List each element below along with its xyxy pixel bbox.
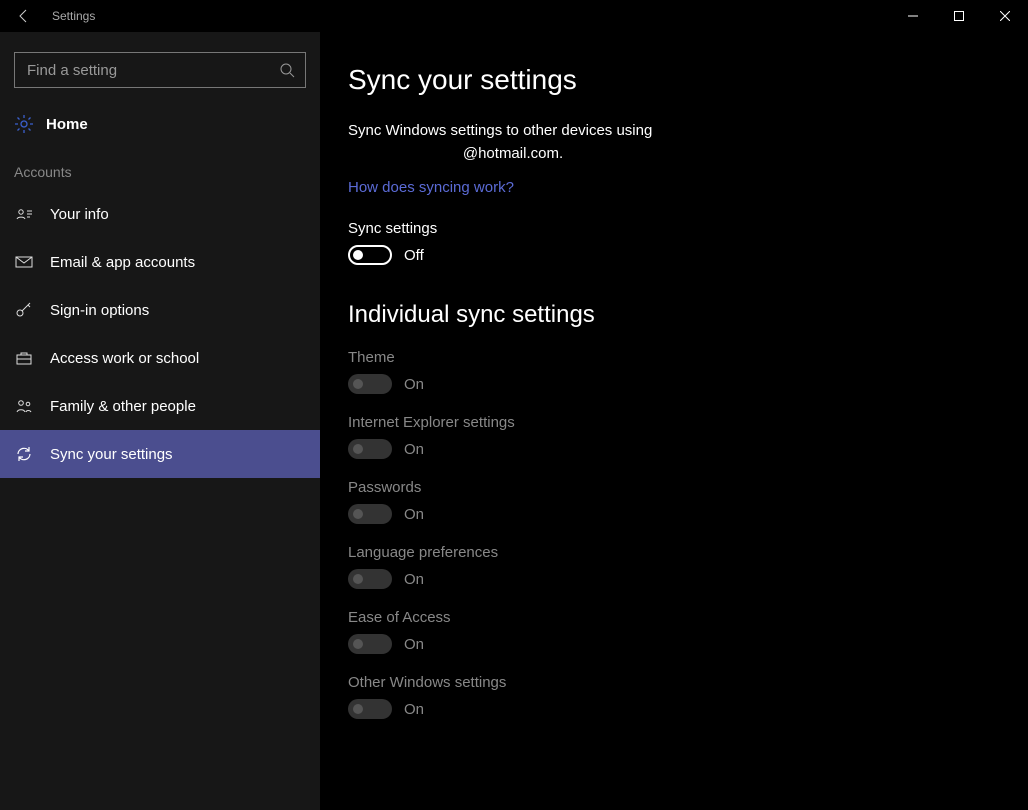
body: Home Accounts Your info Email & app acco… (0, 32, 1028, 810)
other-label: Other Windows settings (348, 674, 1028, 691)
sidebar: Home Accounts Your info Email & app acco… (0, 32, 320, 810)
sync-description: Sync Windows settings to other devices u… (348, 120, 678, 165)
theme-toggle[interactable] (348, 374, 392, 394)
home-nav[interactable]: Home (0, 102, 320, 146)
language-toggle[interactable] (348, 569, 392, 589)
nav-your-info[interactable]: Your info (0, 190, 320, 238)
search-box[interactable] (14, 52, 306, 88)
passwords-label: Passwords (348, 479, 1028, 496)
nav-signin-options[interactable]: Sign-in options (0, 286, 320, 334)
nav-sync-settings[interactable]: Sync your settings (0, 430, 320, 478)
ie-state: On (404, 441, 424, 458)
passwords-toggle[interactable] (348, 504, 392, 524)
ease-label: Ease of Access (348, 609, 1028, 626)
nav-label: Sync your settings (50, 446, 173, 463)
sync-settings-label: Sync settings (348, 220, 1028, 237)
ease-state: On (404, 636, 424, 653)
nav-label: Family & other people (50, 398, 196, 415)
ie-label: Internet Explorer settings (348, 414, 1028, 431)
briefcase-icon (14, 349, 34, 367)
nav-label: Email & app accounts (50, 254, 195, 271)
theme-state: On (404, 376, 424, 393)
individual-sync-heading: Individual sync settings (348, 301, 1028, 329)
setting-ie: Internet Explorer settings On (348, 414, 1028, 459)
how-syncing-works-link[interactable]: How does syncing work? (348, 179, 514, 196)
minimize-button[interactable] (890, 0, 936, 32)
nav-label: Your info (50, 206, 109, 223)
other-state: On (404, 701, 424, 718)
sync-settings-state: Off (404, 247, 424, 264)
nav-access-work[interactable]: Access work or school (0, 334, 320, 382)
home-label: Home (46, 116, 88, 133)
category-label: Accounts (0, 146, 320, 190)
setting-ease-of-access: Ease of Access On (348, 609, 1028, 654)
person-card-icon (14, 205, 34, 223)
ease-toggle[interactable] (348, 634, 392, 654)
passwords-state: On (404, 506, 424, 523)
setting-theme: Theme On (348, 349, 1028, 394)
sync-icon (14, 445, 34, 463)
sync-settings-toggle[interactable] (348, 245, 392, 265)
gear-icon (14, 114, 34, 134)
close-button[interactable] (982, 0, 1028, 32)
ie-toggle[interactable] (348, 439, 392, 459)
language-state: On (404, 571, 424, 588)
page-heading: Sync your settings (348, 64, 1028, 96)
language-label: Language preferences (348, 544, 1028, 561)
nav-family[interactable]: Family & other people (0, 382, 320, 430)
mail-icon (14, 253, 34, 271)
search-input[interactable] (25, 61, 279, 80)
people-icon (14, 397, 34, 415)
nav-label: Sign-in options (50, 302, 149, 319)
back-button[interactable] (0, 8, 48, 24)
key-icon (14, 301, 34, 319)
search-icon (279, 62, 295, 78)
nav-email-accounts[interactable]: Email & app accounts (0, 238, 320, 286)
nav-label: Access work or school (50, 350, 199, 367)
window-title: Settings (48, 9, 95, 23)
other-toggle[interactable] (348, 699, 392, 719)
titlebar: Settings (0, 0, 1028, 32)
settings-window: Settings (0, 0, 1028, 810)
theme-label: Theme (348, 349, 1028, 366)
setting-passwords: Passwords On (348, 479, 1028, 524)
setting-other-windows: Other Windows settings On (348, 674, 1028, 719)
setting-language: Language preferences On (348, 544, 1028, 589)
content-pane: Sync your settings Sync Windows settings… (320, 32, 1028, 810)
maximize-button[interactable] (936, 0, 982, 32)
